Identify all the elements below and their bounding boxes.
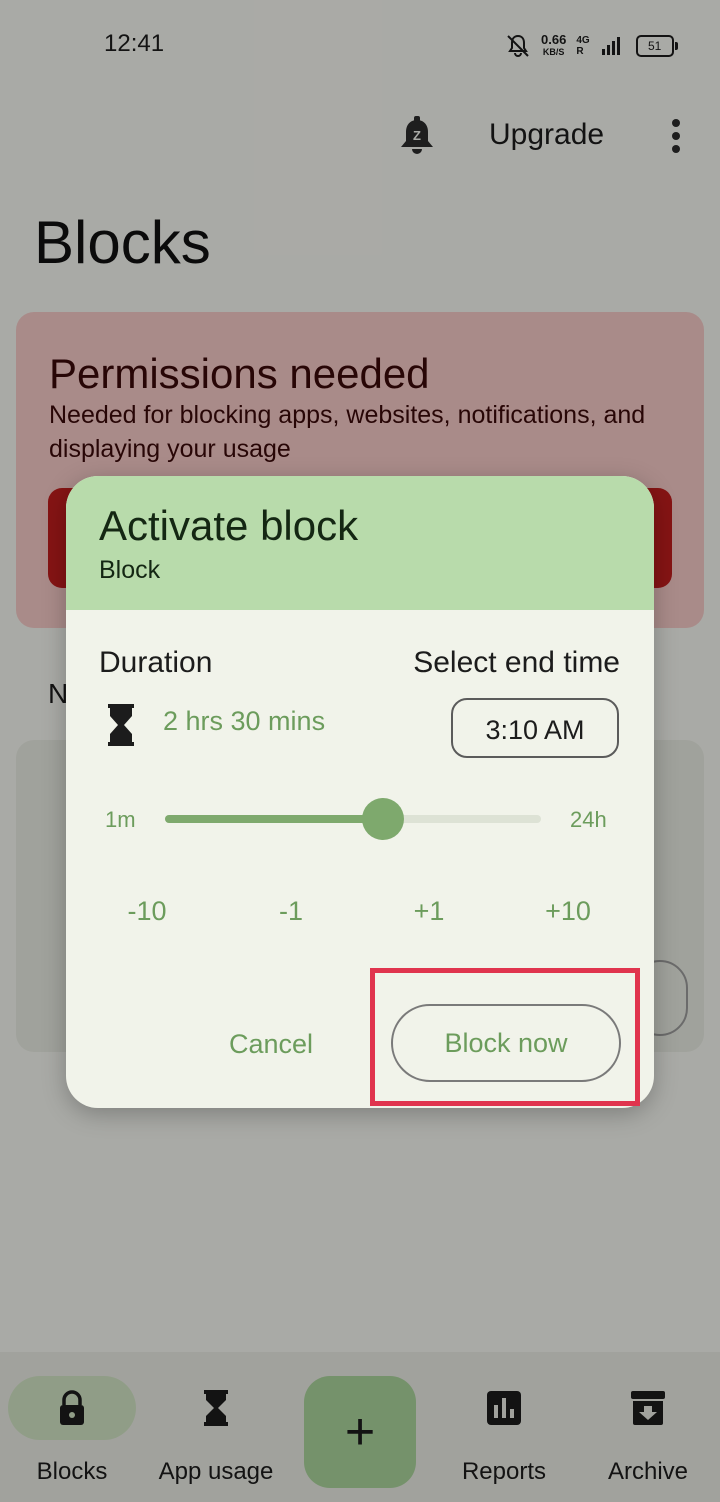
slider-thumb[interactable] [362,798,405,840]
plus-10-button[interactable]: +10 [523,896,613,927]
minus-1-button[interactable]: -1 [246,896,336,927]
cancel-button[interactable]: Cancel [206,1022,336,1066]
dialog-subtitle: Block [99,556,161,584]
slider-min-label: 1m [105,807,136,832]
duration-value: 2 hrs 30 mins [163,706,326,736]
slider-fill [165,815,384,823]
highlight-box [370,968,640,1106]
end-time-label: Select end time [413,646,620,679]
hourglass-icon [108,704,134,746]
slider-max-label: 24h [570,807,607,832]
dialog-title: Activate block [99,502,359,549]
duration-slider[interactable] [165,798,541,840]
duration-label: Duration [99,646,213,679]
minus-10-button[interactable]: -10 [102,896,192,927]
dialog-header: Activate block Block [66,476,654,610]
plus-1-button[interactable]: +1 [384,896,474,927]
end-time-button[interactable]: 3:10 AM [451,698,619,758]
